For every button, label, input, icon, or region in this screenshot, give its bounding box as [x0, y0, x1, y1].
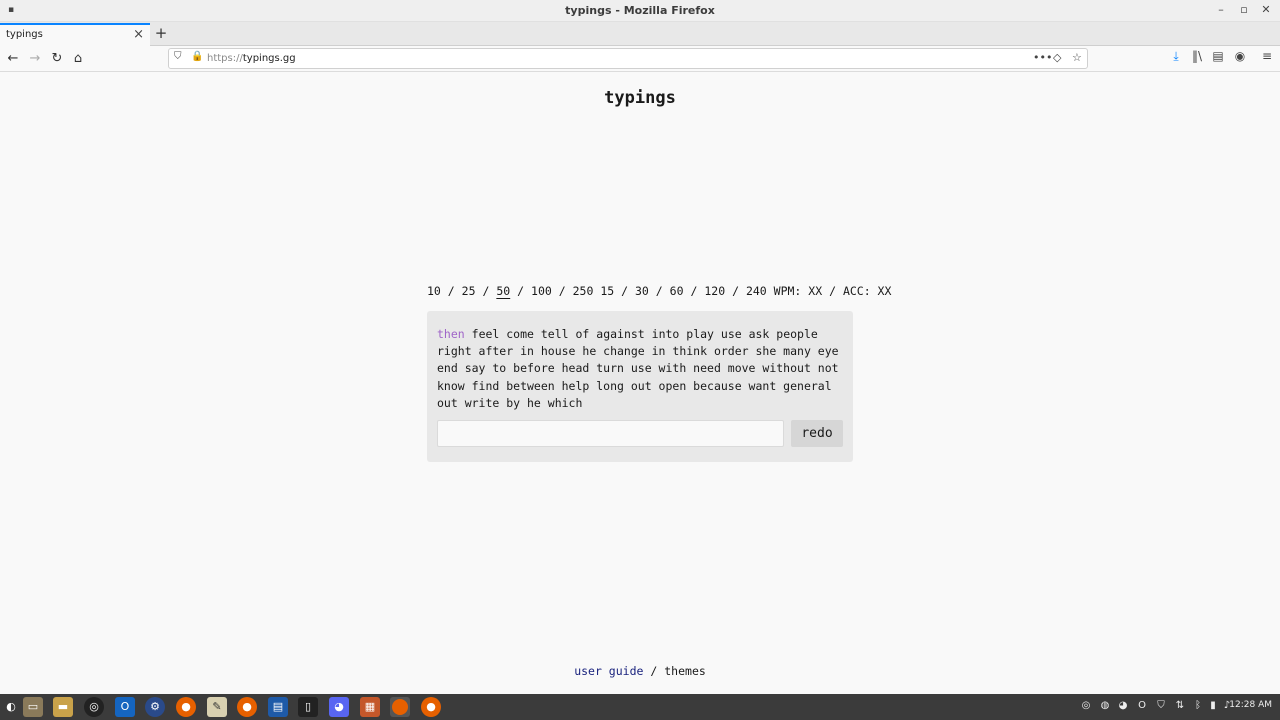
typing-card: then feel come tell of against into play…: [427, 311, 853, 462]
menu-icon[interactable]: ≡: [1258, 49, 1276, 63]
back-icon[interactable]: ←: [3, 49, 23, 69]
time-option[interactable]: 120: [704, 284, 725, 298]
account-icon[interactable]: ◉: [1231, 49, 1249, 63]
separator: /: [732, 284, 739, 298]
library-icon[interactable]: ‖\: [1188, 49, 1206, 63]
accuracy-stat: ACC: XX: [842, 284, 892, 298]
pocket-icon[interactable]: ◇: [1053, 51, 1061, 64]
url-host: typings.gg: [242, 53, 296, 64]
discord-tray-icon[interactable]: ◕: [1115, 698, 1131, 714]
firefox-active-icon[interactable]: [390, 697, 410, 717]
close-tab-icon[interactable]: ×: [133, 27, 144, 42]
outlook-tray-icon[interactable]: O: [1134, 698, 1150, 714]
settings-bar: 10 / 25 / 50 / 100 / 250 15 / 30 / 60 / …: [427, 284, 891, 298]
time-option[interactable]: 30: [635, 284, 649, 298]
folder-icon[interactable]: ▬: [53, 697, 73, 717]
user-guide-link[interactable]: user guide: [574, 664, 643, 678]
navigation-bar: ← → ↻ ⌂ ⛉ 🔒 https://typings.gg ••• ◇ ☆ ⤓…: [0, 46, 1280, 72]
window-titlebar: ▪ typings - Mozilla Firefox – ▫ ✕: [0, 0, 1280, 22]
window-title: typings - Mozilla Firefox: [565, 4, 715, 17]
word-count-option[interactable]: 100: [531, 284, 552, 298]
obs-tray-icon[interactable]: ◎: [1078, 698, 1094, 714]
redo-button[interactable]: redo: [791, 420, 843, 447]
page-content: typings 10 / 25 / 50 / 100 / 250 15 / 30…: [0, 72, 1280, 694]
writer-icon[interactable]: ▤: [268, 697, 288, 717]
minimize-icon[interactable]: –: [1213, 3, 1229, 16]
separator: /: [558, 284, 566, 298]
reload-icon[interactable]: ↻: [47, 49, 67, 69]
site-title: typings: [604, 88, 676, 108]
bookmark-star-icon[interactable]: ☆: [1072, 51, 1082, 64]
maximize-icon[interactable]: ▫: [1236, 3, 1252, 16]
forward-icon[interactable]: →: [25, 49, 45, 69]
typing-input[interactable]: [437, 420, 784, 447]
tray-icon[interactable]: ◍: [1097, 698, 1113, 714]
time-option[interactable]: 240: [746, 284, 767, 298]
separator: /: [621, 284, 629, 298]
themes-link[interactable]: themes: [664, 664, 706, 678]
separator: /: [447, 284, 455, 298]
footer: user guide / themes: [0, 664, 1280, 678]
url-bar[interactable]: ⛉ 🔒 https://typings.gg ••• ◇ ☆: [168, 48, 1088, 69]
firefox-icon[interactable]: ●: [176, 697, 196, 717]
taskbar: ◐ ▭ ▬ ◎ O ⚙ ● ✎ ● ▤ ▯ ◕ ▦ ● ◎ ◍ ◕ O ⛉ ⇅ …: [0, 694, 1280, 720]
remaining-words: feel come tell of against into play use …: [437, 327, 839, 410]
new-tab-icon[interactable]: +: [152, 24, 170, 42]
url-scheme: https://: [207, 53, 243, 64]
downloads-icon[interactable]: ⤓: [1167, 49, 1185, 64]
bluetooth-icon[interactable]: ᛒ: [1190, 698, 1206, 714]
shield-icon[interactable]: ⛉: [174, 51, 182, 62]
word-count-option[interactable]: 10: [427, 284, 441, 298]
tab-label: typings: [6, 29, 43, 40]
page-actions-icon[interactable]: •••: [1033, 51, 1052, 64]
close-window-icon[interactable]: ✕: [1258, 3, 1274, 16]
tab-typings[interactable]: typings ×: [0, 23, 150, 46]
security-tray-icon[interactable]: ⛉: [1153, 698, 1169, 714]
time-option[interactable]: 60: [670, 284, 684, 298]
word-count-option[interactable]: 250: [573, 284, 594, 298]
home-icon[interactable]: ⌂: [68, 49, 88, 69]
time-option[interactable]: 15: [600, 284, 614, 298]
file-manager-icon[interactable]: ▭: [23, 697, 43, 717]
lock-icon[interactable]: 🔒: [191, 51, 203, 62]
firefox-icon[interactable]: ●: [421, 697, 441, 717]
terminal-icon[interactable]: ▯: [298, 697, 318, 717]
word-count-option[interactable]: 25: [462, 284, 476, 298]
separator: /: [690, 284, 698, 298]
separator: /: [482, 284, 490, 298]
discord-icon[interactable]: ◕: [329, 697, 349, 717]
text-editor-icon[interactable]: ✎: [207, 697, 227, 717]
firefox-icon[interactable]: ●: [237, 697, 257, 717]
separator: /: [655, 284, 663, 298]
start-menu-icon[interactable]: ◐: [1, 697, 21, 717]
tab-strip: typings × +: [0, 22, 1280, 46]
word-count-option-selected[interactable]: 50: [496, 284, 510, 298]
clock: 12:28 AM: [1229, 700, 1272, 710]
footer-separator: /: [650, 664, 658, 678]
presentation-icon[interactable]: ▦: [360, 697, 380, 717]
separator: /: [517, 284, 525, 298]
url-text[interactable]: https://typings.gg: [207, 53, 296, 64]
network-tray-icon[interactable]: ⇅: [1172, 698, 1188, 714]
app-icon[interactable]: ⚙: [145, 697, 165, 717]
sidebar-icon[interactable]: ▤: [1209, 49, 1227, 63]
outlook-icon[interactable]: O: [115, 697, 135, 717]
current-word: then: [437, 327, 465, 341]
word-list: then feel come tell of against into play…: [437, 326, 847, 412]
wpm-stat: WPM: XX: [773, 284, 823, 298]
separator: /: [829, 284, 836, 298]
obs-icon[interactable]: ◎: [84, 697, 104, 717]
